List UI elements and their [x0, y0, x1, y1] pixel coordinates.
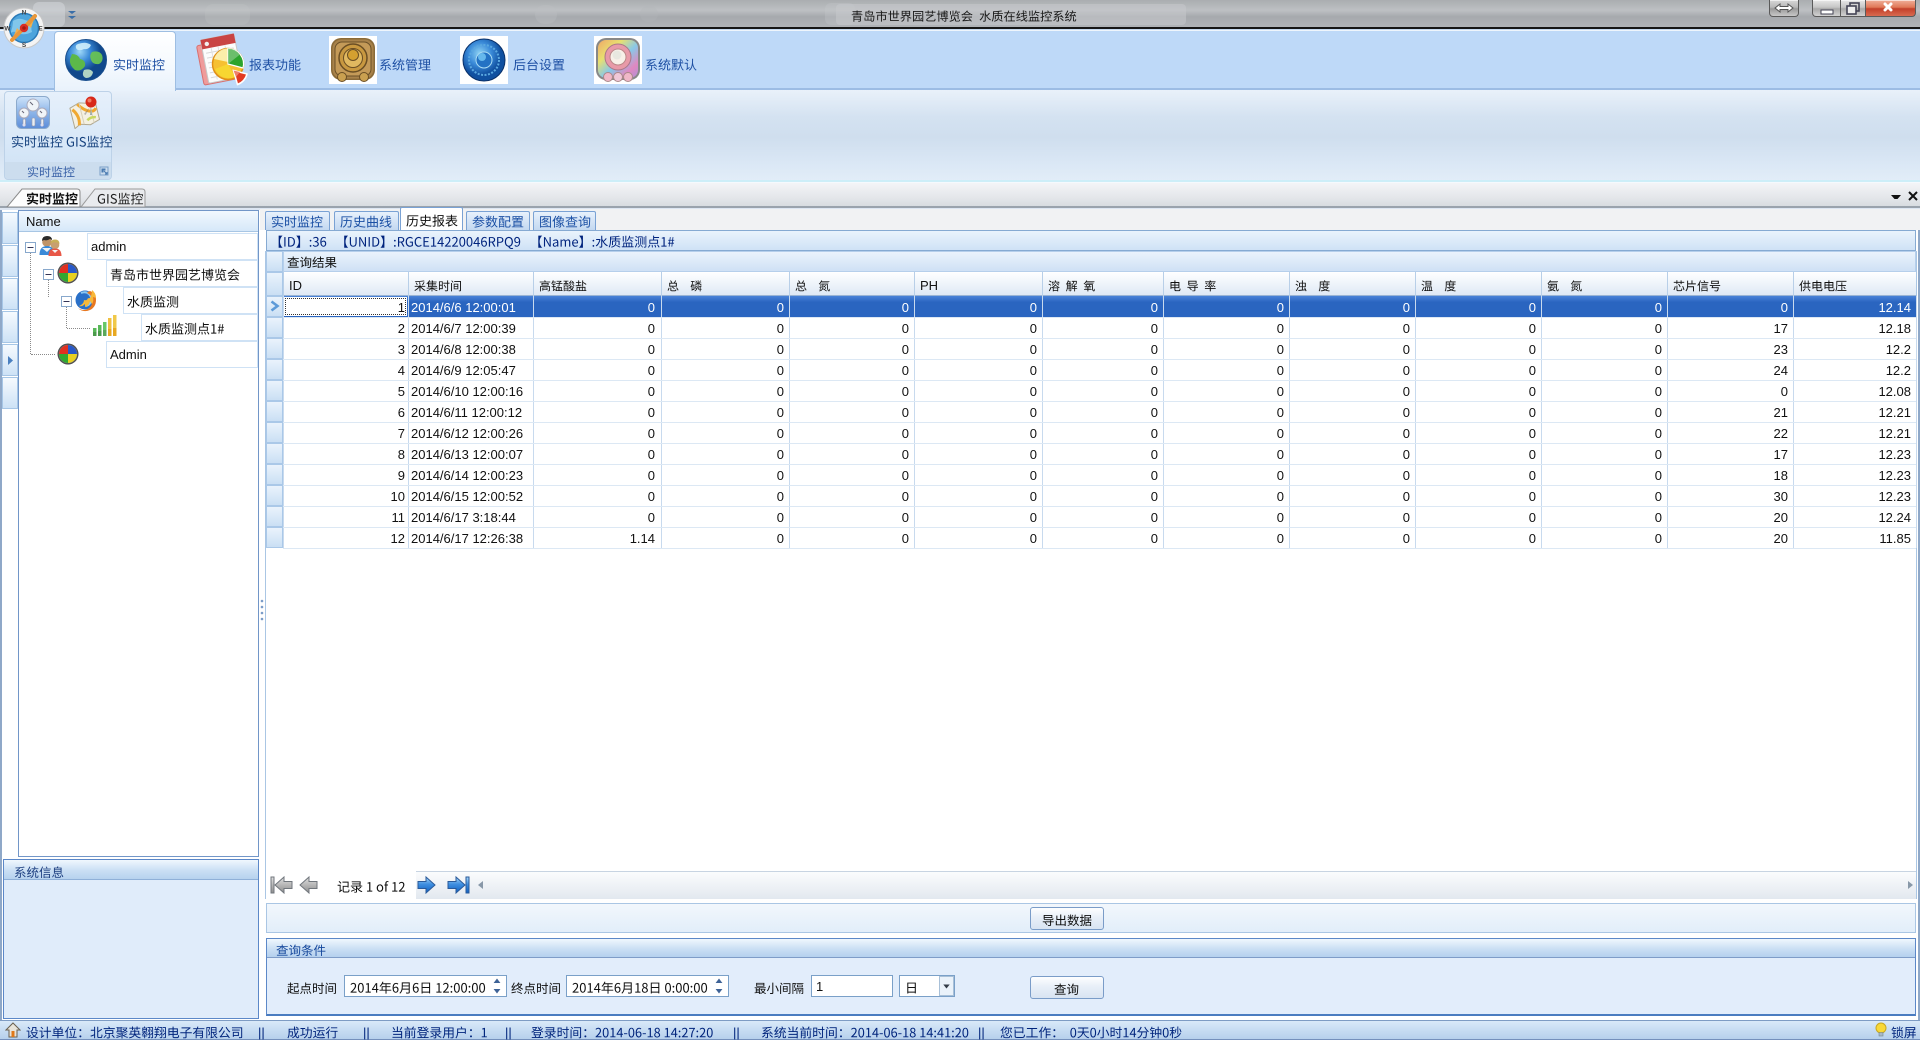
svg-text:W: W: [4, 26, 11, 33]
svg-text:S: S: [22, 42, 27, 49]
svg-text:N: N: [22, 9, 27, 16]
svg-text:E: E: [38, 26, 43, 33]
